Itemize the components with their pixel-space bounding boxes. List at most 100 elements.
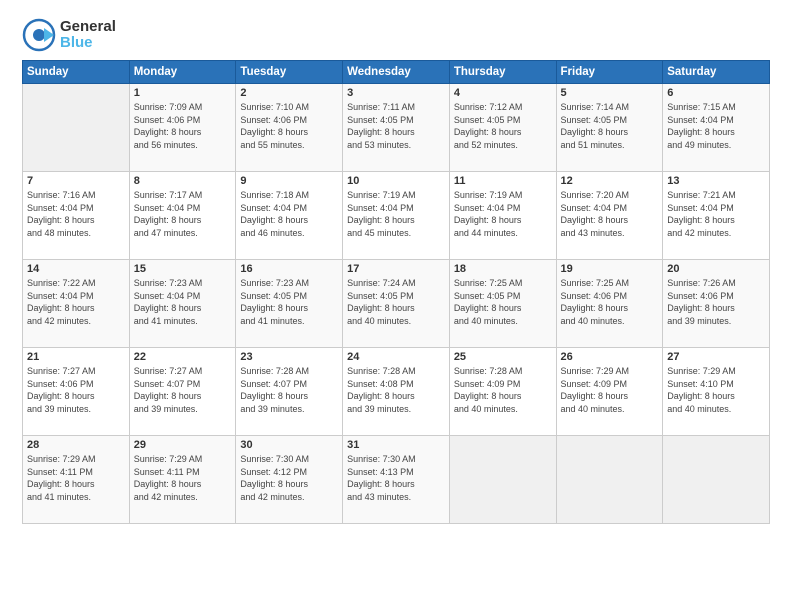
day-cell: 5 Sunrise: 7:14 AM Sunset: 4:05 PM Daylig… <box>556 84 663 172</box>
day-info: Sunrise: 7:22 AM Sunset: 4:04 PM Dayligh… <box>27 277 125 327</box>
day-info: Sunrise: 7:21 AM Sunset: 4:04 PM Dayligh… <box>667 189 765 239</box>
day-number: 20 <box>667 263 765 275</box>
day-cell: 30Sunrise: 7:30 AM Sunset: 4:12 PM Dayli… <box>236 436 343 524</box>
logo-icon <box>22 18 56 52</box>
day-number: 5 <box>561 87 659 99</box>
day-number: 18 <box>454 263 552 275</box>
day-number: 1 <box>134 87 232 99</box>
page: General Blue SundayMondayTuesdayWednesda… <box>0 0 792 612</box>
day-number: 7 <box>27 175 125 187</box>
day-number: 30 <box>240 439 338 451</box>
day-number: 11 <box>454 175 552 187</box>
day-cell: 31 Sunrise: 7:30 AM Sunset: 4:13 PM Dayli… <box>343 436 450 524</box>
day-number: 2 <box>240 87 338 99</box>
day-info: Sunrise: 7:15 AM Sunset: 4:04 PM Dayligh… <box>667 101 765 151</box>
weekday-header-thursday: Thursday <box>449 61 556 84</box>
day-info: Sunrise: 7:23 AM Sunset: 4:05 PM Dayligh… <box>240 277 338 327</box>
week-row-4: 21 Sunrise: 7:27 AM Sunset: 4:06 PM Dayli… <box>23 348 770 436</box>
day-cell: 1 Sunrise: 7:09 AM Sunset: 4:06 PM Daylig… <box>129 84 236 172</box>
day-number: 9 <box>240 175 338 187</box>
day-cell <box>556 436 663 524</box>
day-info: Sunrise: 7:09 AM Sunset: 4:06 PM Dayligh… <box>134 101 232 151</box>
day-number: 28 <box>27 439 125 451</box>
logo-blue: Blue <box>60 34 93 51</box>
day-info: Sunrise: 7:12 AM Sunset: 4:05 PM Dayligh… <box>454 101 552 151</box>
day-cell: 17 Sunrise: 7:24 AM Sunset: 4:05 PM Dayli… <box>343 260 450 348</box>
day-info: Sunrise: 7:27 AM Sunset: 4:07 PM Dayligh… <box>134 365 232 415</box>
day-info: Sunrise: 7:20 AM Sunset: 4:04 PM Dayligh… <box>561 189 659 239</box>
day-info: Sunrise: 7:27 AM Sunset: 4:06 PM Dayligh… <box>27 365 125 415</box>
week-row-3: 14 Sunrise: 7:22 AM Sunset: 4:04 PM Dayli… <box>23 260 770 348</box>
day-cell: 14 Sunrise: 7:22 AM Sunset: 4:04 PM Dayli… <box>23 260 130 348</box>
weekday-header-wednesday: Wednesday <box>343 61 450 84</box>
day-cell: 27Sunrise: 7:29 AM Sunset: 4:10 PM Dayli… <box>663 348 770 436</box>
day-cell: 16 Sunrise: 7:23 AM Sunset: 4:05 PM Dayli… <box>236 260 343 348</box>
day-info: Sunrise: 7:26 AM Sunset: 4:06 PM Dayligh… <box>667 277 765 327</box>
day-cell: 22 Sunrise: 7:27 AM Sunset: 4:07 PM Dayli… <box>129 348 236 436</box>
day-info: Sunrise: 7:19 AM Sunset: 4:04 PM Dayligh… <box>454 189 552 239</box>
day-cell: 25 Sunrise: 7:28 AM Sunset: 4:09 PM Dayli… <box>449 348 556 436</box>
day-number: 3 <box>347 87 445 99</box>
day-info: Sunrise: 7:29 AM Sunset: 4:11 PM Dayligh… <box>134 453 232 503</box>
day-number: 24 <box>347 351 445 363</box>
day-info: Sunrise: 7:14 AM Sunset: 4:05 PM Dayligh… <box>561 101 659 151</box>
day-info: Sunrise: 7:19 AM Sunset: 4:04 PM Dayligh… <box>347 189 445 239</box>
day-cell <box>23 84 130 172</box>
day-info: Sunrise: 7:29 AM Sunset: 4:09 PM Dayligh… <box>561 365 659 415</box>
day-number: 17 <box>347 263 445 275</box>
day-cell: 3Sunrise: 7:11 AM Sunset: 4:05 PM Daylig… <box>343 84 450 172</box>
day-cell: 6Sunrise: 7:15 AM Sunset: 4:04 PM Daylig… <box>663 84 770 172</box>
day-number: 26 <box>561 351 659 363</box>
day-cell: 7Sunrise: 7:16 AM Sunset: 4:04 PM Daylig… <box>23 172 130 260</box>
day-info: Sunrise: 7:29 AM Sunset: 4:11 PM Dayligh… <box>27 453 125 503</box>
day-cell: 26 Sunrise: 7:29 AM Sunset: 4:09 PM Dayli… <box>556 348 663 436</box>
day-cell: 29 Sunrise: 7:29 AM Sunset: 4:11 PM Dayli… <box>129 436 236 524</box>
day-number: 12 <box>561 175 659 187</box>
week-row-5: 28 Sunrise: 7:29 AM Sunset: 4:11 PM Dayli… <box>23 436 770 524</box>
day-info: Sunrise: 7:23 AM Sunset: 4:04 PM Dayligh… <box>134 277 232 327</box>
day-info: Sunrise: 7:17 AM Sunset: 4:04 PM Dayligh… <box>134 189 232 239</box>
day-info: Sunrise: 7:28 AM Sunset: 4:08 PM Dayligh… <box>347 365 445 415</box>
day-number: 23 <box>240 351 338 363</box>
day-cell: 4 Sunrise: 7:12 AM Sunset: 4:05 PM Daylig… <box>449 84 556 172</box>
day-number: 31 <box>347 439 445 451</box>
day-info: Sunrise: 7:25 AM Sunset: 4:06 PM Dayligh… <box>561 277 659 327</box>
logo-general: General <box>60 18 116 35</box>
day-number: 22 <box>134 351 232 363</box>
day-number: 29 <box>134 439 232 451</box>
day-cell: 11 Sunrise: 7:19 AM Sunset: 4:04 PM Dayli… <box>449 172 556 260</box>
day-cell: 19Sunrise: 7:25 AM Sunset: 4:06 PM Dayli… <box>556 260 663 348</box>
week-row-1: 1 Sunrise: 7:09 AM Sunset: 4:06 PM Daylig… <box>23 84 770 172</box>
day-cell: 12 Sunrise: 7:20 AM Sunset: 4:04 PM Dayli… <box>556 172 663 260</box>
day-info: Sunrise: 7:24 AM Sunset: 4:05 PM Dayligh… <box>347 277 445 327</box>
day-info: Sunrise: 7:29 AM Sunset: 4:10 PM Dayligh… <box>667 365 765 415</box>
weekday-header-sunday: Sunday <box>23 61 130 84</box>
day-cell: 10Sunrise: 7:19 AM Sunset: 4:04 PM Dayli… <box>343 172 450 260</box>
day-cell: 24 Sunrise: 7:28 AM Sunset: 4:08 PM Dayli… <box>343 348 450 436</box>
day-info: Sunrise: 7:18 AM Sunset: 4:04 PM Dayligh… <box>240 189 338 239</box>
day-cell: 18 Sunrise: 7:25 AM Sunset: 4:05 PM Dayli… <box>449 260 556 348</box>
day-number: 4 <box>454 87 552 99</box>
weekday-header-friday: Friday <box>556 61 663 84</box>
weekday-header-saturday: Saturday <box>663 61 770 84</box>
day-cell: 8 Sunrise: 7:17 AM Sunset: 4:04 PM Daylig… <box>129 172 236 260</box>
day-cell: 2Sunrise: 7:10 AM Sunset: 4:06 PM Daylig… <box>236 84 343 172</box>
day-info: Sunrise: 7:28 AM Sunset: 4:09 PM Dayligh… <box>454 365 552 415</box>
day-info: Sunrise: 7:25 AM Sunset: 4:05 PM Dayligh… <box>454 277 552 327</box>
day-info: Sunrise: 7:30 AM Sunset: 4:13 PM Dayligh… <box>347 453 445 503</box>
day-number: 21 <box>27 351 125 363</box>
day-number: 14 <box>27 263 125 275</box>
day-cell: 23Sunrise: 7:28 AM Sunset: 4:07 PM Dayli… <box>236 348 343 436</box>
header: General Blue <box>22 18 770 52</box>
logo: General Blue <box>22 18 116 52</box>
day-cell: 15Sunrise: 7:23 AM Sunset: 4:04 PM Dayli… <box>129 260 236 348</box>
day-number: 8 <box>134 175 232 187</box>
day-number: 25 <box>454 351 552 363</box>
weekday-header-tuesday: Tuesday <box>236 61 343 84</box>
weekday-header-row: SundayMondayTuesdayWednesdayThursdayFrid… <box>23 61 770 84</box>
day-number: 13 <box>667 175 765 187</box>
day-cell <box>449 436 556 524</box>
day-cell: 9 Sunrise: 7:18 AM Sunset: 4:04 PM Daylig… <box>236 172 343 260</box>
day-cell: 28 Sunrise: 7:29 AM Sunset: 4:11 PM Dayli… <box>23 436 130 524</box>
day-number: 16 <box>240 263 338 275</box>
